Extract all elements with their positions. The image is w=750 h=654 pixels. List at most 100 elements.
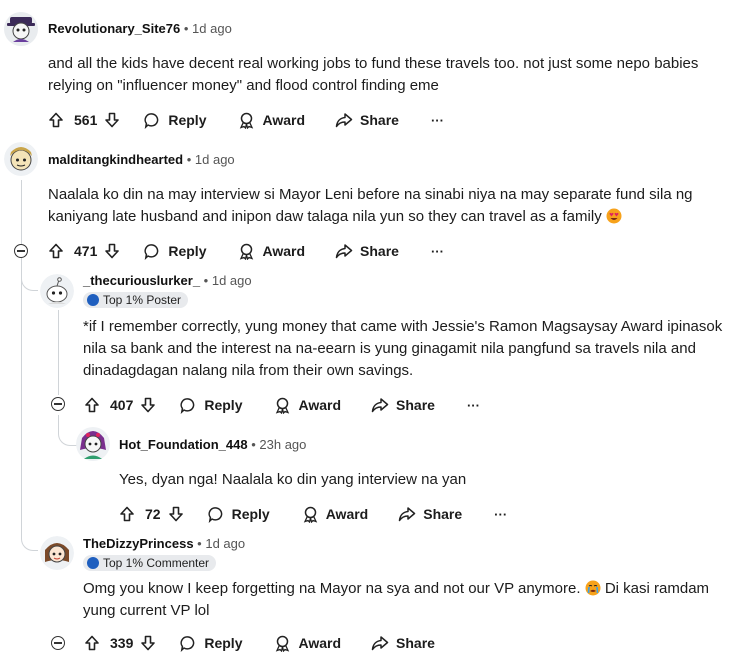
downvote-icon (141, 635, 156, 651)
flair-icon (87, 294, 99, 306)
downvote-button[interactable] (140, 397, 156, 413)
collapse-thread-button[interactable] (14, 244, 28, 258)
reply-button[interactable]: Reply (180, 397, 242, 414)
more-options-button[interactable]: ··· (494, 507, 507, 522)
separator: • (186, 152, 192, 167)
downvote-button[interactable] (104, 112, 120, 128)
username[interactable]: _thecuriouslurker_ (83, 273, 200, 288)
upvote-icon (120, 506, 134, 522)
share-icon (335, 113, 353, 128)
vote-count: 72 (145, 506, 161, 522)
timestamp[interactable]: 1d ago (212, 273, 252, 288)
reply-button[interactable]: Reply (144, 243, 206, 260)
username[interactable]: TheDizzyPrincess (83, 536, 194, 551)
avatar[interactable] (40, 536, 74, 570)
upvote-button[interactable] (48, 112, 64, 128)
comment-icon (144, 112, 159, 129)
award-label: Award (262, 112, 306, 128)
downvote-icon (105, 112, 120, 128)
award-label: Award (262, 243, 306, 259)
timestamp[interactable]: 23h ago (259, 437, 306, 452)
comment-icon (180, 397, 195, 414)
avatar[interactable] (4, 142, 38, 176)
share-label: Share (396, 635, 435, 651)
separator: • (197, 536, 202, 551)
reply-button[interactable]: Reply (144, 112, 206, 129)
timestamp[interactable]: 1d ago (205, 536, 245, 551)
share-icon (335, 244, 353, 259)
separator: • (251, 437, 256, 452)
share-button[interactable]: Share (371, 635, 435, 651)
thread-branch (21, 510, 38, 551)
thread-branch (58, 415, 77, 446)
share-button[interactable]: Share (371, 397, 435, 413)
timestamp[interactable]: 1d ago (195, 152, 235, 167)
award-button[interactable]: Award (238, 243, 305, 260)
award-icon (276, 397, 290, 414)
share-button[interactable]: Share (398, 506, 462, 522)
comment-header: Hot_Foundation_448 • 23h ago (119, 437, 306, 452)
comment-actions: 339 Reply Award Share (84, 632, 435, 654)
collapse-thread-button[interactable] (51, 636, 65, 650)
user-flair: Top 1% Poster (83, 292, 189, 308)
downvote-button[interactable] (140, 635, 156, 651)
upvote-button[interactable] (84, 635, 100, 651)
share-button[interactable]: Share (335, 243, 399, 259)
comment-text: Naalala ko din na may interview si Mayor… (48, 186, 693, 225)
downvote-button[interactable] (104, 243, 120, 259)
timestamp[interactable]: 1d ago (192, 21, 232, 36)
award-button[interactable]: Award (274, 397, 341, 414)
username[interactable]: malditangkindhearted (48, 152, 183, 167)
award-button[interactable]: Award (238, 112, 305, 129)
reply-label: Reply (231, 506, 270, 522)
more-options-button[interactable]: ··· (431, 244, 444, 259)
username[interactable]: Revolutionary_Site76 (48, 21, 180, 36)
share-icon (371, 398, 389, 413)
more-options-button[interactable]: ··· (467, 398, 480, 413)
downvote-button[interactable] (168, 506, 184, 522)
avatar[interactable] (4, 12, 38, 46)
upvote-button[interactable] (119, 506, 135, 522)
comment-actions: 72 Reply Award Share ··· (119, 503, 507, 525)
reply-label: Reply (168, 112, 207, 128)
comment-body: *if I remember correctly, yung money tha… (83, 318, 723, 379)
comment-header: TheDizzyPrincess • 1d ago (83, 536, 245, 551)
award-label: Award (298, 635, 342, 651)
upvote-button[interactable] (48, 243, 64, 259)
share-icon (399, 507, 416, 522)
reply-button[interactable]: Reply (207, 506, 270, 523)
award-button[interactable]: Award (274, 635, 341, 652)
thread-branch (21, 264, 38, 291)
share-label: Share (360, 243, 399, 259)
thread-line (21, 180, 22, 510)
reply-button[interactable]: Reply (180, 635, 242, 652)
share-label: Share (360, 112, 399, 128)
collapse-thread-button[interactable] (51, 397, 65, 411)
comment-actions: 407 Reply Award Share ··· (84, 394, 480, 416)
comment-header: _thecuriouslurker_ • 1d ago (83, 273, 252, 288)
more-options-button[interactable]: ··· (431, 113, 444, 128)
downvote-icon (105, 243, 120, 259)
downvote-icon (141, 397, 156, 413)
comment-actions: 561 Reply Award Share ··· (48, 109, 444, 131)
comment-body: and all the kids have decent real workin… (48, 55, 699, 94)
reply-label: Reply (168, 243, 207, 259)
thread-line (58, 310, 59, 395)
award-button[interactable]: Award (302, 506, 368, 523)
user-flair: Top 1% Commenter (83, 555, 217, 571)
share-button[interactable]: Share (335, 112, 399, 128)
username[interactable]: Hot_Foundation_448 (119, 437, 248, 452)
award-icon (240, 243, 254, 260)
comment-icon (180, 635, 195, 652)
award-icon (240, 112, 254, 129)
avatar[interactable] (40, 274, 74, 308)
upvote-icon (49, 243, 63, 259)
comment-icon (207, 506, 222, 523)
comment-header: malditangkindhearted • 1d ago (48, 152, 235, 167)
downvote-icon (168, 506, 183, 522)
upvote-icon (85, 635, 99, 651)
comment-icon (144, 243, 159, 260)
upvote-button[interactable] (84, 397, 100, 413)
flair-label: Top 1% Commenter (103, 556, 210, 570)
avatar[interactable] (76, 426, 110, 462)
